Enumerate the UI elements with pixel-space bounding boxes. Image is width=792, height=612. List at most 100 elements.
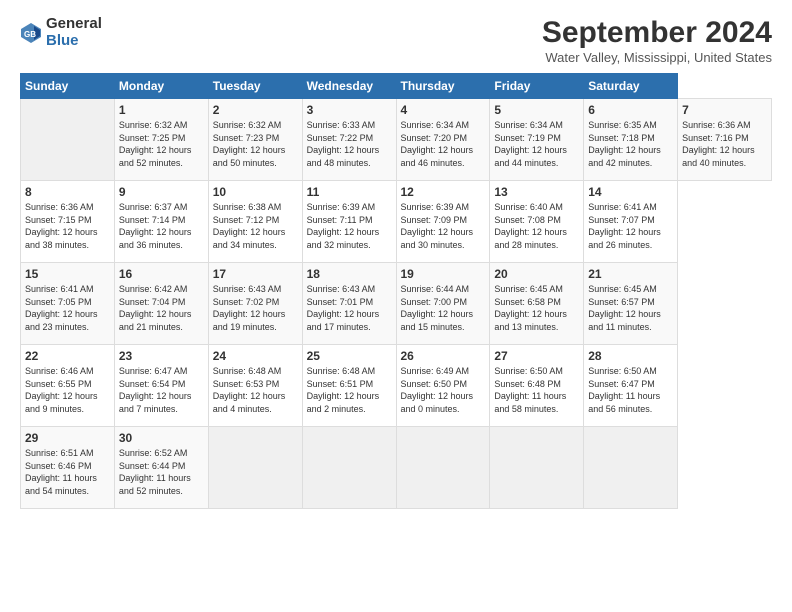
logo-icon: GB [20,22,42,44]
header-friday: Friday [490,74,584,99]
day-cell [21,99,115,181]
day-cell: 20Sunrise: 6:45 AM Sunset: 6:58 PM Dayli… [490,263,584,345]
logo-text: General Blue [46,16,102,49]
day-cell: 2 Sunrise: 6:32 AM Sunset: 7:23 PM Daylig… [208,99,302,181]
header-sunday: Sunday [21,74,115,99]
svg-text:GB: GB [24,30,36,39]
day-info: Sunrise: 6:42 AM Sunset: 7:04 PM Dayligh… [119,283,204,333]
header-thursday: Thursday [396,74,490,99]
title-block: September 2024 Water Valley, Mississippi… [542,16,772,65]
day-number: 27 [494,349,579,363]
header-tuesday: Tuesday [208,74,302,99]
day-number: 9 [119,185,204,199]
day-info: Sunrise: 6:39 AM Sunset: 7:09 PM Dayligh… [401,201,486,251]
day-cell: 26 Sunrise: 6:49 AM Sunset: 6:50 PM Dayli… [396,345,490,427]
day-cell: 19 Sunrise: 6:44 AM Sunset: 7:00 PM Dayli… [396,263,490,345]
day-info: Sunrise: 6:41 AM Sunset: 7:05 PM Dayligh… [25,283,110,333]
day-number: 26 [401,349,486,363]
day-number: 7 [682,103,767,117]
header-wednesday: Wednesday [302,74,396,99]
day-number: 4 [401,103,486,117]
logo-general: General [46,16,102,33]
day-info: Sunrise: 6:41 AM Sunset: 7:07 PM Dayligh… [588,201,673,251]
day-info: Sunrise: 6:52 AM Sunset: 6:44 PM Dayligh… [119,447,204,497]
day-number: 17 [213,267,298,281]
day-cell: 29Sunrise: 6:51 AM Sunset: 6:46 PM Dayli… [21,427,115,509]
day-cell: 17 Sunrise: 6:43 AM Sunset: 7:02 PM Dayli… [208,263,302,345]
day-number: 28 [588,349,673,363]
day-number: 14 [588,185,673,199]
day-cell: 12 Sunrise: 6:39 AM Sunset: 7:09 PM Dayli… [396,181,490,263]
day-cell: 18 Sunrise: 6:43 AM Sunset: 7:01 PM Dayli… [302,263,396,345]
day-cell: 28 Sunrise: 6:50 AM Sunset: 6:47 PM Dayli… [584,345,678,427]
day-info: Sunrise: 6:34 AM Sunset: 7:19 PM Dayligh… [494,119,579,169]
week-row-4: 29Sunrise: 6:51 AM Sunset: 6:46 PM Dayli… [21,427,772,509]
header-row: Sunday Monday Tuesday Wednesday Thursday… [21,74,772,99]
day-info: Sunrise: 6:43 AM Sunset: 7:02 PM Dayligh… [213,283,298,333]
day-cell [490,427,584,509]
day-number: 19 [401,267,486,281]
day-cell: 1Sunrise: 6:32 AM Sunset: 7:25 PM Daylig… [114,99,208,181]
day-info: Sunrise: 6:50 AM Sunset: 6:47 PM Dayligh… [588,365,673,415]
day-cell: 30Sunrise: 6:52 AM Sunset: 6:44 PM Dayli… [114,427,208,509]
day-cell: 5 Sunrise: 6:34 AM Sunset: 7:19 PM Daylig… [490,99,584,181]
day-info: Sunrise: 6:43 AM Sunset: 7:01 PM Dayligh… [307,283,392,333]
day-number: 3 [307,103,392,117]
day-cell: 14 Sunrise: 6:41 AM Sunset: 7:07 PM Dayli… [584,181,678,263]
day-cell: 9 Sunrise: 6:37 AM Sunset: 7:14 PM Daylig… [114,181,208,263]
day-cell: 13 Sunrise: 6:40 AM Sunset: 7:08 PM Dayli… [490,181,584,263]
day-cell: 8 Sunrise: 6:36 AM Sunset: 7:15 PM Daylig… [21,181,115,263]
week-row-0: 1Sunrise: 6:32 AM Sunset: 7:25 PM Daylig… [21,99,772,181]
day-number: 29 [25,431,110,445]
month-title: September 2024 [542,16,772,50]
header-saturday: Saturday [584,74,678,99]
day-number: 10 [213,185,298,199]
day-number: 13 [494,185,579,199]
day-number: 18 [307,267,392,281]
week-row-3: 22 Sunrise: 6:46 AM Sunset: 6:55 PM Dayli… [21,345,772,427]
day-info: Sunrise: 6:37 AM Sunset: 7:14 PM Dayligh… [119,201,204,251]
week-row-2: 15Sunrise: 6:41 AM Sunset: 7:05 PM Dayli… [21,263,772,345]
day-cell: 22 Sunrise: 6:46 AM Sunset: 6:55 PM Dayli… [21,345,115,427]
day-info: Sunrise: 6:39 AM Sunset: 7:11 PM Dayligh… [307,201,392,251]
day-number: 25 [307,349,392,363]
day-number: 20 [494,267,579,281]
day-info: Sunrise: 6:49 AM Sunset: 6:50 PM Dayligh… [401,365,486,415]
day-number: 2 [213,103,298,117]
calendar-page: GB General Blue September 2024 Water Val… [0,0,792,612]
day-info: Sunrise: 6:35 AM Sunset: 7:18 PM Dayligh… [588,119,673,169]
day-cell: 7Sunrise: 6:36 AM Sunset: 7:16 PM Daylig… [678,99,772,181]
day-info: Sunrise: 6:32 AM Sunset: 7:25 PM Dayligh… [119,119,204,169]
day-info: Sunrise: 6:38 AM Sunset: 7:12 PM Dayligh… [213,201,298,251]
day-cell: 10 Sunrise: 6:38 AM Sunset: 7:12 PM Dayli… [208,181,302,263]
day-info: Sunrise: 6:40 AM Sunset: 7:08 PM Dayligh… [494,201,579,251]
day-info: Sunrise: 6:48 AM Sunset: 6:51 PM Dayligh… [307,365,392,415]
day-number: 6 [588,103,673,117]
header-monday: Monday [114,74,208,99]
day-info: Sunrise: 6:45 AM Sunset: 6:57 PM Dayligh… [588,283,673,333]
day-cell: 24Sunrise: 6:48 AM Sunset: 6:53 PM Dayli… [208,345,302,427]
week-row-1: 8 Sunrise: 6:36 AM Sunset: 7:15 PM Daylig… [21,181,772,263]
calendar-header: Sunday Monday Tuesday Wednesday Thursday… [21,74,772,99]
day-number: 5 [494,103,579,117]
calendar-table: Sunday Monday Tuesday Wednesday Thursday… [20,73,772,509]
header: GB General Blue September 2024 Water Val… [20,16,772,65]
day-number: 22 [25,349,110,363]
day-cell: 11 Sunrise: 6:39 AM Sunset: 7:11 PM Dayli… [302,181,396,263]
day-info: Sunrise: 6:36 AM Sunset: 7:15 PM Dayligh… [25,201,110,251]
day-info: Sunrise: 6:32 AM Sunset: 7:23 PM Dayligh… [213,119,298,169]
day-number: 21 [588,267,673,281]
day-cell: 16Sunrise: 6:42 AM Sunset: 7:04 PM Dayli… [114,263,208,345]
logo-blue: Blue [46,33,102,50]
day-number: 8 [25,185,110,199]
location: Water Valley, Mississippi, United States [542,50,772,65]
day-number: 12 [401,185,486,199]
calendar-body: 1Sunrise: 6:32 AM Sunset: 7:25 PM Daylig… [21,99,772,509]
day-number: 11 [307,185,392,199]
day-number: 24 [213,349,298,363]
day-info: Sunrise: 6:46 AM Sunset: 6:55 PM Dayligh… [25,365,110,415]
day-cell: 6 Sunrise: 6:35 AM Sunset: 7:18 PM Daylig… [584,99,678,181]
day-number: 23 [119,349,204,363]
day-cell [208,427,302,509]
day-info: Sunrise: 6:44 AM Sunset: 7:00 PM Dayligh… [401,283,486,333]
